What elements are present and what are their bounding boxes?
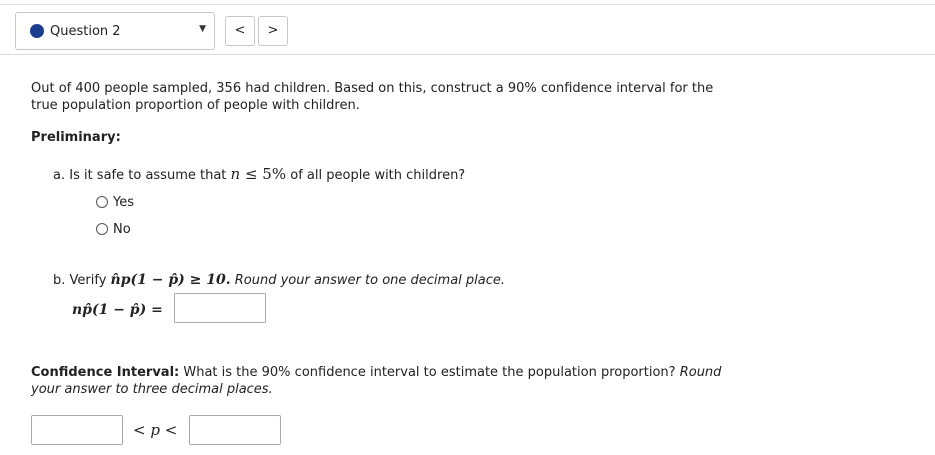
- part-b-input-label: np̂(1 − p̂) =: [72, 302, 163, 318]
- ci-text-line-2: your answer to three decimal places.: [31, 382, 273, 397]
- question-status-dot-icon: [30, 24, 44, 38]
- ci-text-line-1: What is the 90% confidence interval to e…: [179, 365, 680, 380]
- radio-yes[interactable]: [96, 196, 108, 208]
- part-a-prompt: a. Is it safe to assume that n ≤ 5% of a…: [53, 166, 465, 184]
- option-yes[interactable]: Yes: [96, 195, 134, 213]
- ci-upper-bound-input[interactable]: [189, 415, 281, 445]
- part-a-n: n: [230, 165, 241, 183]
- part-a-prefix: a. Is it safe to assume that: [53, 168, 231, 183]
- option-no[interactable]: No: [96, 222, 131, 240]
- question-intro-line-1: Out of 400 people sampled, 356 had child…: [31, 81, 714, 96]
- ci-heading: Confidence Interval:: [31, 365, 180, 380]
- previous-question-button[interactable]: <: [225, 16, 255, 46]
- question-intro-line-2: true population proportion of people wit…: [31, 98, 360, 113]
- nav-divider: [0, 54, 935, 55]
- top-divider: [0, 4, 935, 5]
- ci-prompt-line-1: Confidence Interval: What is the 90% con…: [31, 364, 721, 381]
- dropdown-caret-icon: ▼: [199, 24, 206, 34]
- preliminary-heading: Preliminary:: [31, 130, 121, 145]
- question-selector-label: Question 2: [50, 24, 121, 39]
- option-no-label: No: [113, 222, 131, 237]
- question-nav-bar: Question 2 ▼ < >: [0, 10, 935, 56]
- part-b-answer-input[interactable]: [174, 293, 266, 323]
- part-a-percent: %: [271, 165, 287, 183]
- part-a-relation: ≤ 5: [240, 165, 272, 183]
- ci-between-label: < p <: [133, 421, 178, 439]
- part-b-prompt: b. Verify n̂p(1 − p̂) ≥ 10. Round your a…: [53, 272, 505, 289]
- part-a-suffix: of all people with children?: [286, 168, 466, 183]
- part-b-instruction: Round your answer to one decimal place.: [230, 273, 506, 288]
- radio-no[interactable]: [96, 223, 108, 235]
- part-b-expression: n̂p(1 − p̂) ≥ 10.: [110, 272, 231, 288]
- ci-round-word: Round: [679, 365, 722, 380]
- part-b-prefix: b. Verify: [53, 273, 111, 288]
- option-yes-label: Yes: [113, 195, 134, 210]
- ci-lower-bound-input[interactable]: [31, 415, 123, 445]
- question-selector[interactable]: Question 2 ▼: [15, 12, 215, 50]
- next-question-button[interactable]: >: [258, 16, 288, 46]
